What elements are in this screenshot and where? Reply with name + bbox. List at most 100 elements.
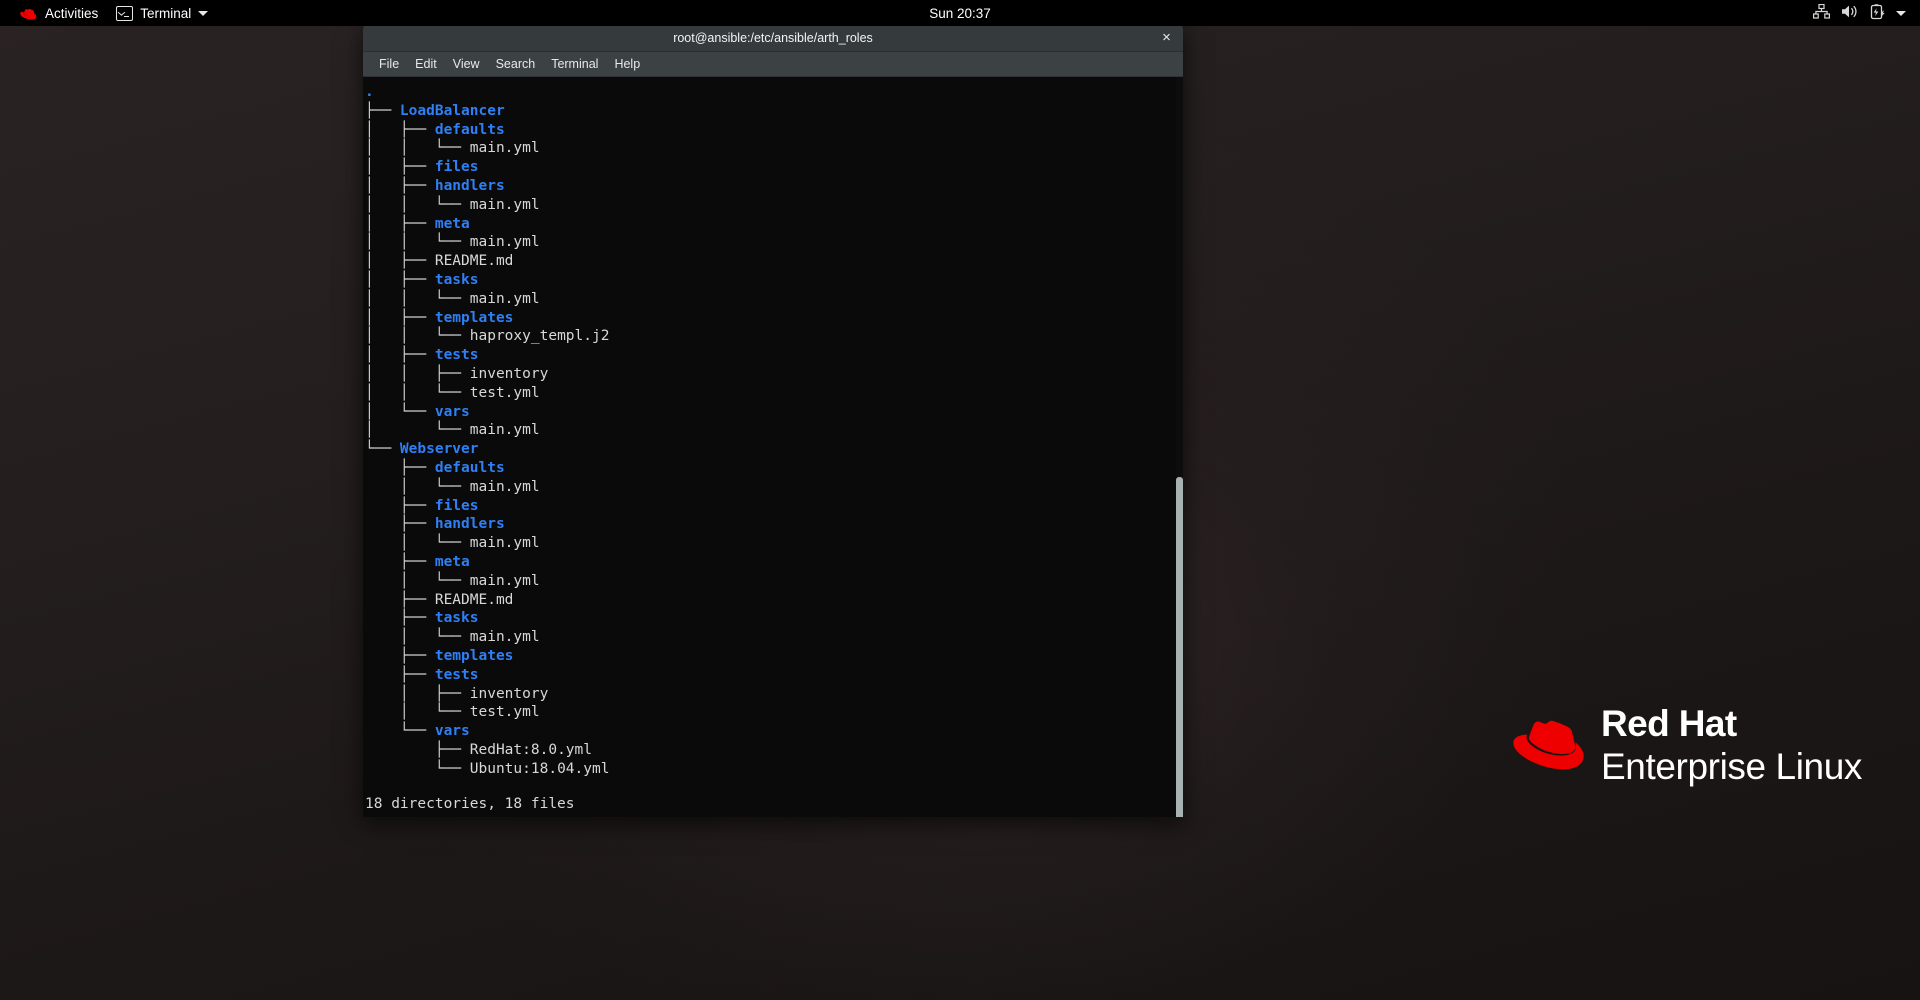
tree-line: ├── tests — [363, 666, 1183, 685]
terminal-output-area[interactable]: . ├── LoadBalancer │ ├── defaults │ │ └── m… — [363, 77, 1183, 817]
tree-line: │ └── main.yml — [363, 572, 1183, 591]
tree-file-name: main.yml — [469, 629, 540, 646]
tree-directory-name: templates — [434, 309, 514, 326]
tree-directory-name: templates — [434, 647, 514, 664]
tree-file-name: main.yml — [469, 234, 540, 251]
tree-file-name: main.yml — [469, 535, 540, 552]
tree-line: │ ├── defaults — [363, 121, 1183, 140]
menu-item-file[interactable]: File — [371, 54, 407, 74]
window-titlebar[interactable]: root@ansible:/etc/ansible/arth_roles × — [363, 24, 1183, 52]
tree-line: │ └── main.yml — [363, 534, 1183, 553]
menu-item-edit[interactable]: Edit — [407, 54, 445, 74]
tree-branch-glyph: │ ├── — [365, 215, 435, 232]
tree-line: └── Webserver — [363, 440, 1183, 459]
tree-line: │ └── main.yml — [363, 628, 1183, 647]
tree-line: ├── README.md — [363, 591, 1183, 610]
tree-line: │ ├── files — [363, 158, 1183, 177]
tree-line: │ ├── README.md — [363, 252, 1183, 271]
tree-line: │ │ ├── inventory — [363, 365, 1183, 384]
tree-file-name: main.yml — [469, 140, 540, 157]
tree-branch-glyph: │ └── — [365, 478, 470, 495]
tree-branch-glyph: │ │ └── — [365, 140, 470, 157]
tree-directory-name: handlers — [434, 177, 505, 194]
rhel-brand-text: Red Hat Enterprise Linux — [1601, 705, 1862, 785]
tree-line: │ │ └── main.yml — [363, 139, 1183, 158]
tree-line: ├── templates — [363, 647, 1183, 666]
tree-branch-glyph: ├── — [365, 497, 435, 514]
tree-line: │ │ └── main.yml — [363, 290, 1183, 309]
system-menu-chevron-down-icon[interactable] — [1896, 10, 1906, 16]
tree-directory-name: defaults — [434, 459, 505, 476]
tree-branch-glyph: ├── — [365, 666, 435, 683]
menu-item-search[interactable]: Search — [488, 54, 544, 74]
tree-summary: 18 directories, 18 files — [365, 796, 575, 812]
tree-line: │ ├── tests — [363, 346, 1183, 365]
tree-directory-name: . — [365, 84, 374, 100]
tree-directory-name: files — [434, 159, 479, 176]
tree-line: │ │ └── test.yml — [363, 384, 1183, 403]
activities-button[interactable]: Activities — [10, 0, 107, 26]
tree-directory-name: vars — [434, 723, 470, 740]
tree-line: ├── LoadBalancer — [363, 102, 1183, 121]
tree-directory-name: tests — [434, 347, 479, 364]
tree-branch-glyph: │ └── — [365, 629, 470, 646]
tree-branch-glyph: ├── — [365, 102, 400, 119]
tree-line: │ └── main.yml — [363, 478, 1183, 497]
tree-branch-glyph: ├── — [365, 459, 435, 476]
tree-line: │ ├── tasks — [363, 271, 1183, 290]
tree-line: │ └── test.yml — [363, 703, 1183, 722]
top-panel: Activities Terminal Sun 20:37 — [0, 0, 1920, 26]
tree-line: ├── meta — [363, 553, 1183, 572]
tree-line: │ ├── inventory — [363, 685, 1183, 704]
tree-branch-glyph: └── — [365, 760, 470, 777]
network-icon[interactable] — [1813, 3, 1831, 22]
tree-branch-glyph: │ ├── — [365, 159, 435, 176]
chevron-down-icon — [198, 10, 209, 16]
tree-branch-glyph: │ ├── — [365, 347, 435, 364]
desktop: Activities Terminal Sun 20:37 root@ansib… — [0, 0, 1920, 1000]
tree-file-name: main.yml — [469, 572, 540, 589]
battery-charging-icon[interactable] — [1870, 3, 1885, 23]
menu-item-help[interactable]: Help — [606, 54, 648, 74]
tree-directory-name: tasks — [434, 271, 479, 288]
tree-branch-glyph: ├── — [365, 591, 435, 608]
volume-icon[interactable] — [1841, 4, 1859, 22]
tree-file-name: test.yml — [469, 384, 540, 401]
tree-branch-glyph: │ └── — [365, 422, 470, 439]
tree-branch-glyph: │ ├── — [365, 177, 435, 194]
window-title: root@ansible:/etc/ansible/arth_roles — [673, 30, 873, 45]
tree-file-name: test.yml — [469, 704, 540, 721]
tree-directory-name: LoadBalancer — [399, 102, 505, 119]
clock[interactable]: Sun 20:37 — [0, 6, 1920, 21]
tree-branch-glyph: ├── — [365, 553, 435, 570]
terminal-window: root@ansible:/etc/ansible/arth_roles × F… — [363, 24, 1183, 817]
rhel-brand-line2: Enterprise Linux — [1601, 746, 1862, 787]
tree-branch-glyph: │ ├── — [365, 121, 435, 138]
tree-file-name: main.yml — [469, 478, 540, 495]
tree-line: └── Ubuntu:18.04.yml — [363, 760, 1183, 779]
tree-file-name: Ubuntu:18.04.yml — [469, 760, 610, 777]
close-icon[interactable]: × — [1157, 28, 1176, 47]
tree-directory-name: tests — [434, 666, 479, 683]
app-menu-terminal[interactable]: Terminal — [107, 0, 217, 26]
tree-file-name: haproxy_templ.j2 — [469, 328, 610, 345]
tree-file-name: README.md — [434, 253, 514, 270]
tree-line: │ │ └── main.yml — [363, 233, 1183, 252]
rhel-branding: Red Hat Enterprise Linux — [1511, 705, 1862, 785]
tree-line: ├── files — [363, 497, 1183, 516]
menu-item-terminal[interactable]: Terminal — [543, 54, 606, 74]
tree-line: │ ├── handlers — [363, 177, 1183, 196]
menubar: File Edit View Search Terminal Help — [363, 52, 1183, 77]
menu-item-view[interactable]: View — [445, 54, 488, 74]
tree-branch-glyph: │ └── — [365, 535, 470, 552]
top-panel-left: Activities Terminal — [0, 0, 217, 26]
tree-branch-glyph: │ └── — [365, 704, 470, 721]
terminal-scrollbar-thumb[interactable] — [1176, 477, 1183, 817]
tree-branch-glyph: │ │ └── — [365, 328, 470, 345]
tree-directory-name: tasks — [434, 610, 479, 627]
tree-line: . — [363, 83, 1183, 102]
terminal-scrollbar[interactable] — [1176, 77, 1183, 817]
redhat-fedora-logo-icon — [1511, 715, 1585, 776]
activities-label: Activities — [45, 5, 99, 21]
tree-file-name: main.yml — [469, 422, 540, 439]
